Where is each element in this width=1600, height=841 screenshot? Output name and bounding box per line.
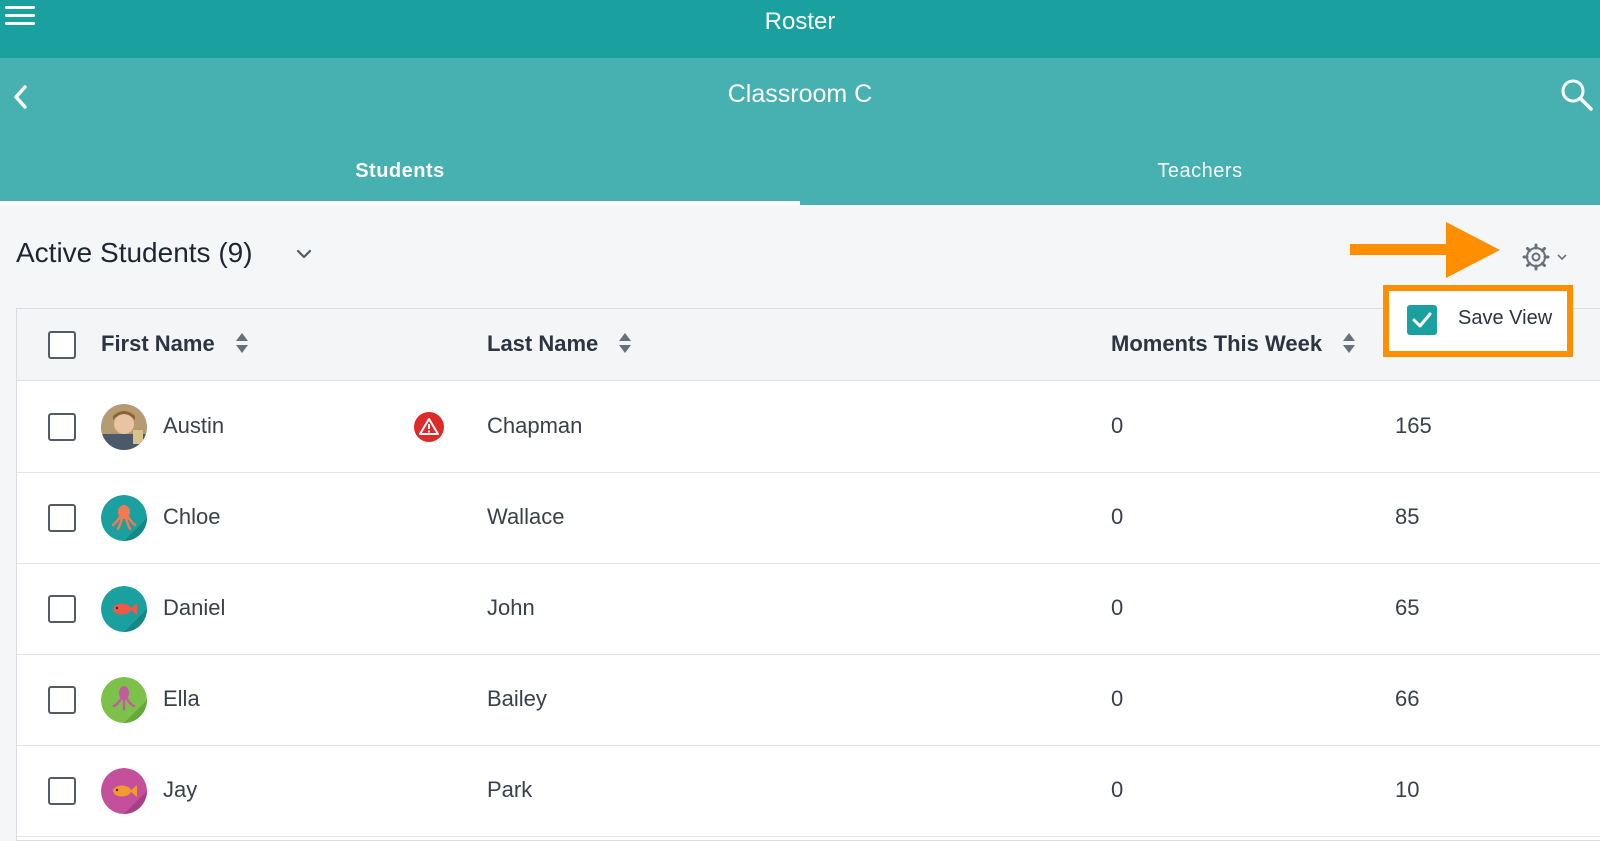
app-bar: Roster (0, 0, 1600, 58)
octopus-icon (101, 495, 147, 541)
last-name: Bailey (487, 686, 547, 711)
moments-this-week: 0 (1111, 413, 1124, 438)
select-all-checkbox[interactable] (48, 331, 76, 359)
check-icon (1412, 312, 1432, 328)
page-title: Classroom C (727, 80, 873, 108)
last-name: Chapman (487, 413, 583, 438)
row-checkbox[interactable] (48, 595, 76, 623)
first-name: Ella (163, 686, 200, 711)
save-view-checkbox[interactable] (1407, 305, 1437, 335)
fish-icon (101, 586, 147, 632)
warning-icon[interactable] (414, 412, 444, 442)
row-value: 85 (1395, 504, 1420, 529)
table-row[interactable]: Ella Bailey 0 66 (17, 654, 1600, 746)
row-checkbox[interactable] (48, 504, 76, 532)
back-icon[interactable] (8, 82, 34, 112)
first-name: Chloe (163, 504, 221, 529)
row-checkbox[interactable] (48, 777, 76, 805)
table-row[interactable]: Chloe Wallace 0 85 (17, 472, 1600, 564)
table-row[interactable]: Austin Chapman 0 165 (17, 381, 1600, 473)
first-name: Austin (163, 413, 225, 438)
row-value: 65 (1395, 595, 1420, 620)
avatar (101, 404, 147, 450)
tab-students[interactable]: Students (0, 146, 800, 205)
first-name: Jay (163, 777, 198, 802)
first-name: Daniel (163, 595, 226, 620)
gear-icon (1522, 243, 1567, 271)
search-icon[interactable] (1560, 78, 1594, 112)
chevron-down-icon[interactable] (292, 242, 316, 266)
save-view-popup: Save View (1383, 285, 1573, 357)
sort-icon (619, 333, 632, 354)
last-name: John (487, 595, 535, 620)
squid-icon (101, 677, 147, 723)
settings-button[interactable] (1522, 242, 1572, 272)
students-table: First Name Last Name Moments This Week A… (16, 308, 1600, 841)
active-tab-indicator (0, 201, 800, 205)
row-value: 66 (1395, 686, 1420, 711)
table-header: First Name Last Name Moments This Week (17, 309, 1600, 381)
highlight-arrow (1350, 222, 1500, 278)
sort-icon (235, 333, 248, 354)
column-header-first-name[interactable]: First Name (101, 331, 249, 357)
row-value: 10 (1395, 777, 1420, 802)
classroom-header: Classroom C Students Teachers (0, 58, 1600, 205)
section-title: Active Students (9) (16, 237, 253, 268)
row-checkbox[interactable] (48, 413, 76, 441)
last-name: Wallace (487, 504, 565, 529)
table-row[interactable]: Jay Park 0 10 (17, 745, 1600, 837)
moments-this-week: 0 (1111, 686, 1124, 711)
sort-icon (1343, 333, 1356, 354)
tab-teachers[interactable]: Teachers (800, 146, 1600, 205)
moments-this-week: 0 (1111, 777, 1124, 802)
save-view-label[interactable]: Save View (1458, 307, 1552, 330)
table-row[interactable]: Daniel John 0 65 (17, 563, 1600, 655)
moments-this-week: 0 (1111, 504, 1124, 529)
last-name: Park (487, 777, 533, 802)
moments-this-week: 0 (1111, 595, 1124, 620)
row-value: 165 (1395, 413, 1432, 438)
app-title: Roster (764, 8, 836, 35)
fish-icon (101, 768, 147, 814)
column-header-moments[interactable]: Moments This Week (1111, 331, 1356, 357)
column-header-last-name[interactable]: Last Name (487, 331, 632, 357)
row-checkbox[interactable] (48, 686, 76, 714)
